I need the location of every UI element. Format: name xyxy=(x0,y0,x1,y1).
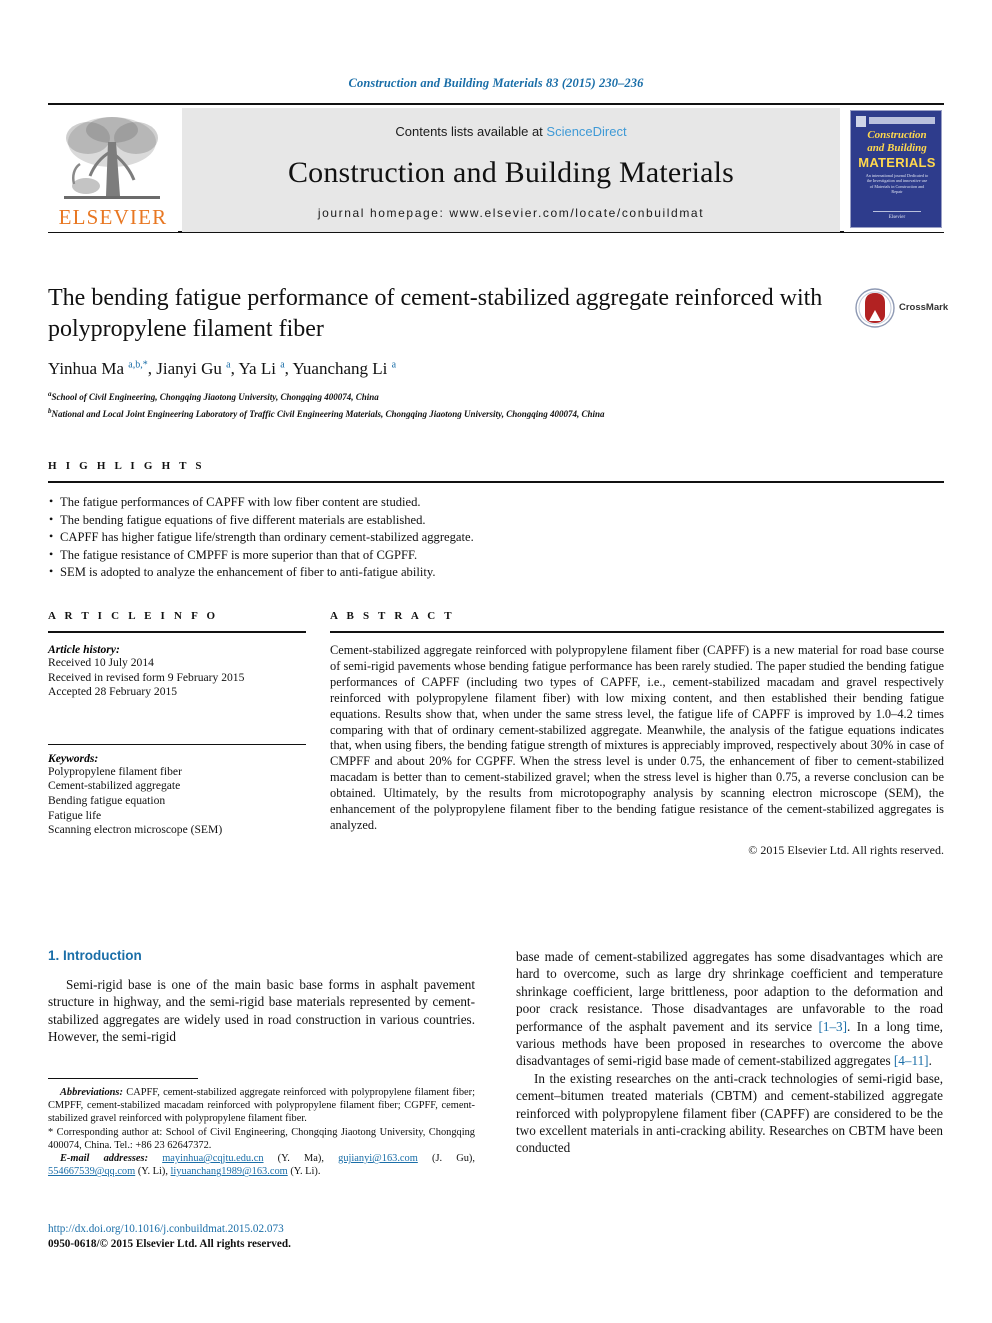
highlights-divider xyxy=(48,481,944,483)
footnote-corresponding-author: * Corresponding author at: School of Civ… xyxy=(48,1126,475,1151)
abstract-heading: A B S T R A C T xyxy=(330,610,455,622)
keyword-item: Bending fatigue equation xyxy=(48,793,166,807)
contents-lists-line: Contents lists available at ScienceDirec… xyxy=(182,124,840,139)
abstract-divider xyxy=(330,631,944,633)
keyword-item: Fatigue life xyxy=(48,808,102,822)
cover-divider xyxy=(873,211,921,212)
cover-title-line1: Construction xyxy=(867,129,927,141)
elsevier-wordmark: ELSEVIER xyxy=(58,205,168,229)
footnote-abbreviations: Abbreviations: CAPFF, cement-stabilized … xyxy=(48,1087,475,1125)
doi-block: http://dx.doi.org/10.1016/j.conbuildmat.… xyxy=(48,1222,498,1251)
page-title: The bending fatigue performance of cemen… xyxy=(48,285,823,342)
history-revised: Received in revised form 9 February 2015 xyxy=(48,670,245,684)
history-received: Received 10 July 2014 xyxy=(48,656,154,669)
journal-masthead: ELSEVIER Contents lists available at Sci… xyxy=(48,103,944,233)
journal-cover-thumbnail[interactable]: Construction and Building MATERIALS An i… xyxy=(844,108,944,232)
intro-paragraph-left: Semi-rigid base is one of the main basic… xyxy=(48,977,475,1045)
section-heading-introduction: 1. Introduction xyxy=(48,948,142,963)
citation-link[interactable]: [4–11] xyxy=(894,1053,929,1068)
keyword-item: Cement-stabilized aggregate xyxy=(48,779,181,793)
cover-elsevier-mark-icon xyxy=(856,116,866,127)
list-item: SEM is adopted to analyze the enhancemen… xyxy=(48,563,588,582)
list-item: The bending fatigue equations of five di… xyxy=(48,511,588,530)
list-item: CAPFF has higher fatigue life/strength t… xyxy=(48,528,588,547)
article-history-label: Article history: xyxy=(48,643,120,656)
sciencedirect-link[interactable]: ScienceDirect xyxy=(546,124,626,139)
article-info-divider xyxy=(48,631,306,633)
issn-copyright-line: 0950-0618/© 2015 Elsevier Ltd. All right… xyxy=(48,1237,291,1250)
history-accepted: Accepted 28 February 2015 xyxy=(48,685,178,699)
title-block: The bending fatigue performance of cemen… xyxy=(48,283,838,420)
footnote-emails: E-mail addresses: mayinhua@cqjtu.edu.cn … xyxy=(48,1153,475,1178)
highlights-heading: H I G H L I G H T S xyxy=(48,460,205,472)
email-link[interactable]: mayinhua@cqjtu.edu.cn xyxy=(162,1153,263,1164)
article-info-section: A R T I C L E I N F O Article history: R… xyxy=(48,610,306,838)
author-list: Yinhua Ma a,b,*, Jianyi Gu a, Ya Li a, Y… xyxy=(48,359,397,378)
abstract-section: A B S T R A C T Cement-stabilized aggreg… xyxy=(330,610,944,858)
article-history-list: Received 10 July 2014 Received in revise… xyxy=(48,656,306,700)
elsevier-tree-icon xyxy=(64,117,160,199)
keyword-item: Scanning electron microscope (SEM) xyxy=(48,823,223,837)
crossmark-badge[interactable]: CrossMark xyxy=(855,288,949,332)
keywords-block: Keywords: Polypropylene filament fiber C… xyxy=(48,743,306,838)
keyword-item: Polypropylene filament fiber xyxy=(48,764,182,778)
copyright-line: © 2015 Elsevier Ltd. All rights reserved… xyxy=(748,842,944,857)
affiliation-a: aSchool of Civil Engineering, Chongqing … xyxy=(48,390,379,402)
keywords-label: Keywords: xyxy=(48,751,99,765)
keywords-divider xyxy=(48,743,306,745)
affiliation-b: bNational and Local Joint Engineering La… xyxy=(48,406,605,419)
keywords-list: Polypropylene filament fiber Cement-stab… xyxy=(48,765,306,838)
email-link[interactable]: liyuanchang1989@163.com xyxy=(171,1166,288,1177)
crossmark-icon xyxy=(855,288,895,328)
intro-paragraph-right-2: In the existing researches on the anti-c… xyxy=(516,1070,943,1156)
body-column-right: base made of cement-stabilized aggregate… xyxy=(516,948,943,1157)
abstract-text: Cement-stabilized aggregate reinforced w… xyxy=(330,643,944,832)
body-column-left: 1. Introduction Semi-rigid base is one o… xyxy=(48,948,475,1046)
journal-homepage-link[interactable]: journal homepage: www.elsevier.com/locat… xyxy=(182,206,840,220)
contents-lists-prefix: Contents lists available at xyxy=(395,124,547,139)
highlights-list: The fatigue performances of CAPFF with l… xyxy=(48,493,588,582)
intro-paragraph-right-1: base made of cement-stabilized aggregate… xyxy=(516,949,943,1069)
footnote-divider xyxy=(48,1078,198,1079)
crossmark-label: CrossMark xyxy=(899,302,949,313)
journal-cover-image: Construction and Building MATERIALS An i… xyxy=(850,110,942,228)
cover-title-line2: and Building xyxy=(867,142,927,154)
journal-band: Contents lists available at ScienceDirec… xyxy=(182,108,840,232)
cover-subtitle: An international journal Dedicated to th… xyxy=(865,173,929,195)
elsevier-logo: ELSEVIER xyxy=(48,108,178,232)
list-item: The fatigue resistance of CMPFF is more … xyxy=(48,546,588,565)
footnote-block: Abbreviations: CAPFF, cement-stabilized … xyxy=(48,1086,475,1178)
doi-link[interactable]: http://dx.doi.org/10.1016/j.conbuildmat.… xyxy=(48,1222,498,1237)
list-item: The fatigue performances of CAPFF with l… xyxy=(48,493,588,512)
journal-title: Construction and Building Materials xyxy=(287,156,735,189)
cover-top-bar xyxy=(869,117,935,124)
email-link[interactable]: 554667539@qq.com xyxy=(48,1166,135,1177)
citation-link[interactable]: [1–3] xyxy=(818,1019,847,1034)
email-link[interactable]: gujianyi@163.com xyxy=(338,1153,418,1164)
paper-page: Construction and Building Materials 83 (… xyxy=(0,0,992,1323)
article-info-heading: A R T I C L E I N F O xyxy=(48,610,219,622)
highlights-section: H I G H L I G H T S The fatigue performa… xyxy=(48,460,944,582)
cover-footer: Elsevier xyxy=(888,215,906,220)
running-head: Construction and Building Materials 83 (… xyxy=(348,76,644,90)
cover-title-line3: MATERIALS xyxy=(858,155,936,170)
